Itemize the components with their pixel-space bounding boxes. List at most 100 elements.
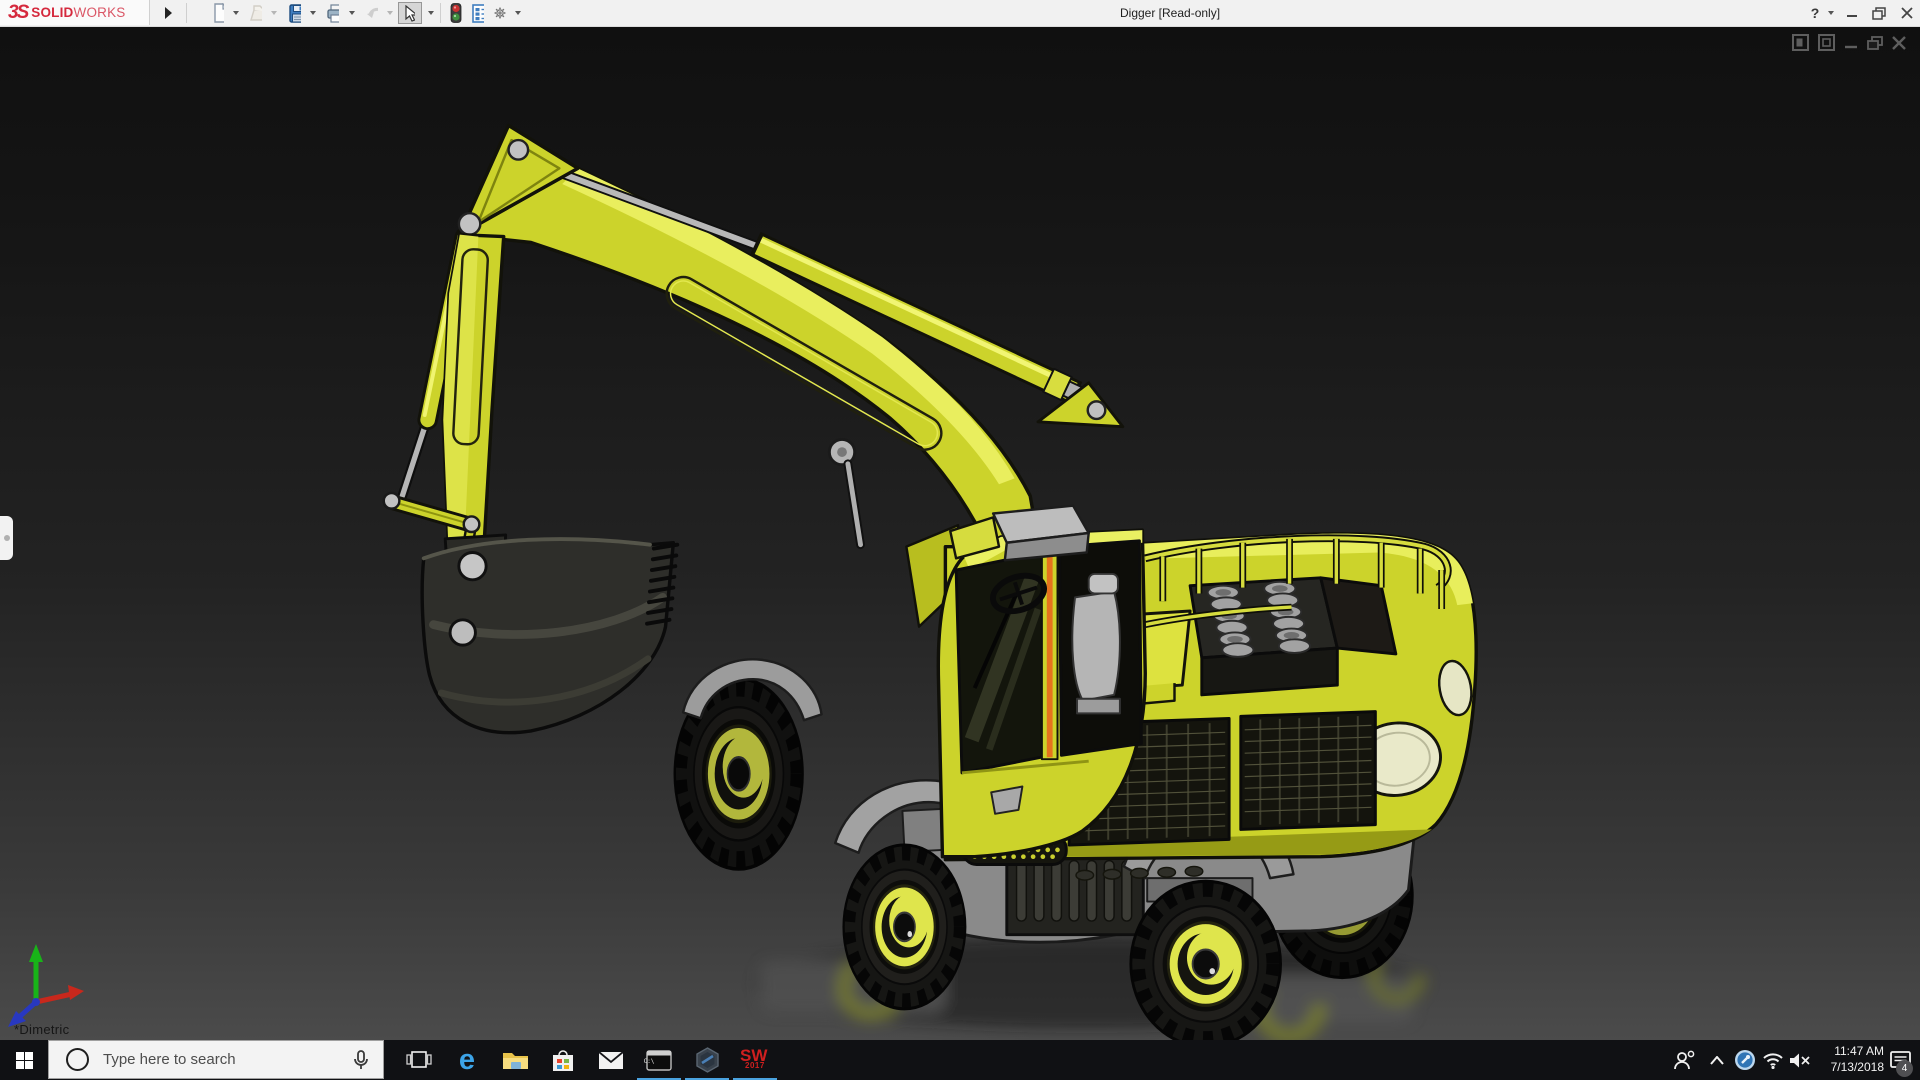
link-pin: [457, 211, 482, 236]
graphics-viewport[interactable]: *Dimetric: [0, 26, 1920, 1040]
new-document-icon: [214, 3, 224, 23]
notification-badge: 4: [1896, 1060, 1913, 1077]
wheel-front-right[interactable]: [1129, 879, 1282, 1040]
open-document-icon: [250, 5, 262, 21]
y-axis-arrow: [29, 944, 43, 962]
display-settings-button[interactable]: [466, 2, 490, 24]
seat: [1071, 590, 1121, 702]
boom: [458, 166, 1045, 574]
toolbar-separator-2: [440, 3, 441, 23]
display-settings-icon: [472, 3, 484, 23]
clock-date: 7/13/2018: [1830, 1060, 1884, 1074]
people-button[interactable]: [1668, 1040, 1700, 1080]
select-cursor-icon: [405, 4, 415, 22]
rebuild-traffic-light-icon: [450, 3, 462, 23]
doc-minimize-icon[interactable]: [1844, 36, 1858, 50]
open-document-button[interactable]: [244, 2, 268, 24]
commandmanager-flyout-arrow[interactable]: [156, 2, 180, 24]
search-placeholder: Type here to search: [103, 1051, 236, 1068]
doc-close-icon[interactable]: [1892, 35, 1906, 50]
doc-icon-2[interactable]: [1818, 34, 1835, 51]
cortana-icon: [66, 1048, 89, 1071]
save-icon: [289, 3, 301, 23]
select-button[interactable]: [398, 2, 422, 24]
document-window-controls: [1792, 34, 1906, 51]
options-dropdown[interactable]: [515, 11, 521, 15]
view-orientation-label: *Dimetric: [14, 1022, 70, 1037]
store-button[interactable]: [539, 1040, 587, 1080]
edge-icon: e: [458, 1044, 476, 1076]
solidworks-logo: 3S SOLID WORKS: [0, 0, 150, 25]
search-input[interactable]: Type here to search: [48, 1040, 384, 1079]
new-document-dropdown[interactable]: [233, 11, 239, 15]
new-document-button[interactable]: [206, 2, 230, 24]
wifi-icon: [1763, 1052, 1783, 1069]
cab-side-window: [1057, 539, 1143, 757]
desktop: 3S SOLID WORKS Digger [Read-only] ? *Dim…: [0, 0, 1920, 1080]
excavator-model[interactable]: [0, 26, 1920, 1040]
bucket[interactable]: [420, 533, 680, 735]
apex-pin: [507, 138, 530, 161]
print-dropdown[interactable]: [349, 11, 355, 15]
help-dropdown[interactable]: [1828, 11, 1834, 15]
brand-solid: SOLID: [31, 5, 74, 20]
task-view-button[interactable]: [395, 1040, 443, 1080]
flyout-arrow-icon: [165, 7, 172, 19]
mail-button[interactable]: [587, 1040, 635, 1080]
orange-door-stripe: [1046, 548, 1053, 758]
doc-icon-1[interactable]: [1792, 34, 1809, 51]
close-button[interactable]: [1894, 0, 1920, 26]
restore-icon: [1872, 6, 1886, 20]
print-button[interactable]: [321, 2, 345, 24]
volume-button[interactable]: [1786, 1040, 1814, 1080]
close-icon: [1901, 7, 1913, 19]
clock-time: 11:47 AM: [1834, 1044, 1884, 1058]
mirror: [990, 785, 1024, 815]
windows-logo-icon: [15, 1051, 33, 1069]
wifi-button[interactable]: [1759, 1040, 1787, 1080]
select-dropdown[interactable]: [428, 11, 434, 15]
solidworks-button[interactable]: SW 2017: [731, 1040, 779, 1080]
undo-icon: [367, 7, 378, 18]
rebuild-button[interactable]: [444, 2, 468, 24]
wheel-rear-left[interactable]: [842, 843, 967, 1011]
command-prompt-label: C:\: [643, 1057, 655, 1065]
tray-expand-button[interactable]: [1703, 1040, 1731, 1080]
window-title: Digger [Read-only]: [1120, 6, 1221, 20]
options-gear-icon: [494, 7, 506, 19]
volume-muted-icon: [1789, 1053, 1810, 1067]
options-button[interactable]: [488, 2, 512, 24]
headrest: [1087, 572, 1119, 595]
toolbar-separator: [186, 3, 187, 23]
save-dropdown[interactable]: [310, 11, 316, 15]
task-view-icon: [406, 1051, 432, 1068]
panel-tab-dot: [3, 535, 10, 541]
doc-restore-icon[interactable]: [1867, 35, 1883, 50]
solidworks-logo-mark: 3S: [8, 1, 29, 23]
minimize-icon: [1847, 15, 1857, 17]
help-button[interactable]: ?: [1804, 0, 1826, 26]
minimize-button[interactable]: [1840, 0, 1864, 26]
clock[interactable]: 11:47 AM 7/13/2018: [1812, 1043, 1884, 1075]
undo-dropdown[interactable]: [387, 11, 393, 15]
edge-button[interactable]: e: [443, 1040, 491, 1080]
feature-panel-tab[interactable]: [0, 516, 13, 560]
mail-icon: [598, 1050, 624, 1069]
solidworks-taskbar-icon: SW 2017: [740, 1046, 768, 1070]
open-document-dropdown[interactable]: [271, 11, 277, 15]
tray-security-button[interactable]: [1731, 1040, 1759, 1080]
titlebar: 3S SOLID WORKS Digger [Read-only] ?: [0, 0, 1920, 27]
file-explorer-icon: [502, 1052, 528, 1069]
restore-button[interactable]: [1866, 0, 1892, 26]
save-button[interactable]: [283, 2, 307, 24]
file-explorer-button[interactable]: [491, 1040, 539, 1080]
undo-button[interactable]: [360, 2, 384, 24]
store-icon: [553, 1049, 573, 1071]
microphone-icon[interactable]: [353, 1049, 369, 1070]
hex-app-icon: [695, 1047, 719, 1073]
start-button[interactable]: [0, 1040, 48, 1080]
command-prompt-button[interactable]: C:\: [635, 1040, 683, 1080]
hex-app-button[interactable]: [683, 1040, 731, 1080]
x-axis-arrow: [68, 985, 84, 1000]
print-icon: [327, 3, 339, 23]
